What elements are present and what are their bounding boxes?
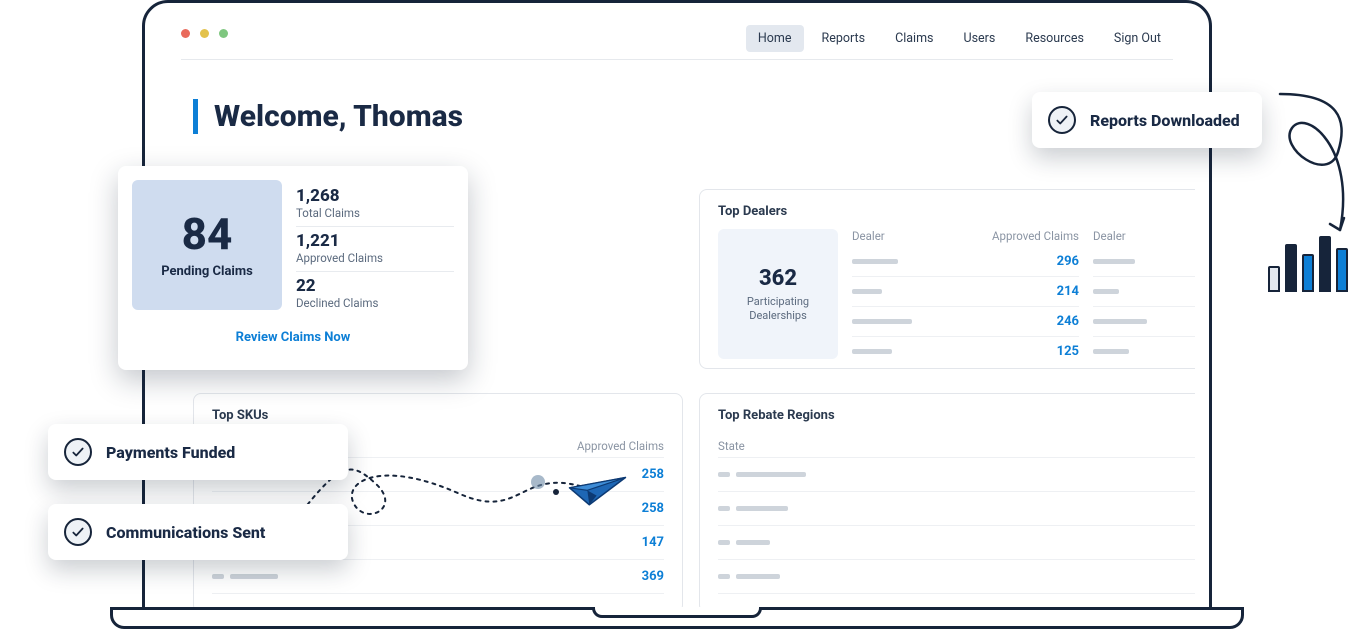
nav-resources[interactable]: Resources — [1013, 25, 1096, 52]
stat-value: 1,268 — [296, 186, 454, 206]
bar-icon — [1336, 248, 1348, 292]
panel-title: Top Rebate Regions — [718, 408, 1195, 423]
stat-row: 1,221Approved Claims — [296, 227, 454, 272]
toast-label: Payments Funded — [106, 443, 235, 462]
panel-title: Top SKUs — [212, 408, 664, 423]
review-claims-link[interactable]: Review Claims Now — [132, 330, 454, 345]
approved-claims-value: 258 — [642, 501, 664, 516]
table-row[interactable]: 258 — [718, 492, 1195, 526]
bar-icon — [1302, 254, 1314, 292]
bar-icon — [1268, 266, 1280, 292]
check-icon — [1048, 106, 1076, 134]
dealer-name-skeleton — [852, 349, 892, 354]
stat-label: Total Claims — [296, 206, 454, 220]
col-dealer: Dealer — [852, 229, 885, 243]
laptop-notch — [592, 607, 762, 618]
table-row[interactable]: 296 — [852, 247, 1079, 277]
dealer-name-skeleton — [852, 259, 898, 264]
participating-tile: 362 Participating Dealerships — [718, 229, 838, 359]
minimize-dot[interactable] — [200, 29, 209, 38]
approved-claims-value: 369 — [642, 569, 664, 584]
nav-home[interactable]: Home — [746, 25, 804, 52]
col-claims: Approved Claims — [577, 439, 664, 453]
toast-label: Communications Sent — [106, 523, 265, 542]
table-row[interactable]: 147 — [718, 526, 1195, 560]
dealer-name-skeleton — [1093, 259, 1135, 264]
approved-claims-value: 147 — [642, 535, 664, 550]
approved-claims-value: 246 — [1057, 314, 1079, 329]
stat-row: 22Declined Claims — [296, 272, 454, 316]
table-row[interactable]: 153 — [1093, 337, 1195, 366]
sku-name-skeleton — [212, 574, 278, 579]
table-row[interactable]: 72 — [1093, 277, 1195, 307]
state-name-skeleton — [718, 506, 788, 511]
check-icon — [64, 518, 92, 546]
table-row[interactable]: 64 — [1093, 307, 1195, 337]
panel-title: Top Dealers — [718, 204, 1195, 219]
dealer-name-skeleton — [1093, 289, 1119, 294]
stat-label: Declined Claims — [296, 296, 454, 310]
table-row[interactable]: 246 — [852, 307, 1079, 337]
pending-claims-card: 84 Pending Claims 1,268Total Claims1,221… — [118, 166, 468, 370]
close-dot[interactable] — [181, 29, 190, 38]
participating-label: Participating Dealerships — [718, 295, 838, 323]
toast-reports-downloaded: Reports Downloaded — [1032, 92, 1262, 148]
col-claims: Approved Claims — [992, 229, 1079, 243]
col-dealer: Dealer — [1093, 229, 1126, 243]
toast-payments-funded: Payments Funded — [48, 424, 348, 480]
laptop-base — [110, 607, 1244, 629]
toast-label: Reports Downloaded — [1090, 111, 1240, 130]
stat-label: Approved Claims — [296, 251, 454, 265]
stat-value: 1,221 — [296, 231, 454, 251]
table-row[interactable]: 314 — [718, 458, 1195, 492]
dealer-list-right: Dealer Approved Claims 987264153 — [1093, 229, 1195, 366]
bar-icon — [1285, 244, 1297, 292]
approved-claims-value: 214 — [1057, 284, 1079, 299]
participating-count: 362 — [759, 266, 797, 291]
approved-claims-value: 296 — [1057, 254, 1079, 269]
toast-communications-sent: Communications Sent — [48, 504, 348, 560]
check-icon — [64, 438, 92, 466]
state-name-skeleton — [718, 574, 780, 579]
state-name-skeleton — [718, 472, 806, 477]
pending-count: 84 — [182, 212, 233, 256]
table-row[interactable]: 125 — [852, 337, 1079, 366]
top-dealers-panel: Top Dealers 362 Participating Dealership… — [699, 189, 1195, 369]
top-nav: HomeReportsClaims UsersResourcesSign Out — [746, 25, 1173, 52]
nav-claims[interactable]: Claims — [883, 25, 945, 52]
approved-claims-value: 125 — [1057, 344, 1079, 359]
bar-icon — [1319, 236, 1331, 292]
dealer-list-left: Dealer Approved Claims 296 214 246 125 — [852, 229, 1079, 366]
table-row[interactable]: 369 — [718, 560, 1195, 594]
dealer-name-skeleton — [1093, 349, 1129, 354]
approved-claims-value: 258 — [642, 467, 664, 482]
bar-chart-decoration — [1268, 236, 1348, 292]
nav-users[interactable]: Users — [952, 25, 1008, 52]
nav-reports[interactable]: Reports — [810, 25, 878, 52]
table-row[interactable]: 98 — [1093, 247, 1195, 277]
maximize-dot[interactable] — [219, 29, 228, 38]
page-title: Welcome, Thomas — [193, 99, 463, 134]
stat-row: 1,268Total Claims — [296, 182, 454, 227]
stat-value: 22 — [296, 276, 454, 296]
nav-separator — [181, 59, 1173, 60]
col-state: State — [718, 439, 745, 453]
pending-label: Pending Claims — [161, 264, 253, 279]
pending-tile[interactable]: 84 Pending Claims — [132, 180, 282, 310]
dealer-name-skeleton — [1093, 319, 1147, 324]
nav-sign-out[interactable]: Sign Out — [1102, 25, 1173, 52]
state-name-skeleton — [718, 540, 770, 545]
table-row[interactable]: 369 — [212, 560, 664, 594]
table-row[interactable]: 214 — [852, 277, 1079, 307]
dealer-name-skeleton — [852, 289, 882, 294]
top-regions-panel: Top Rebate Regions State Approved Claims… — [699, 393, 1195, 607]
dealer-name-skeleton — [852, 319, 912, 324]
